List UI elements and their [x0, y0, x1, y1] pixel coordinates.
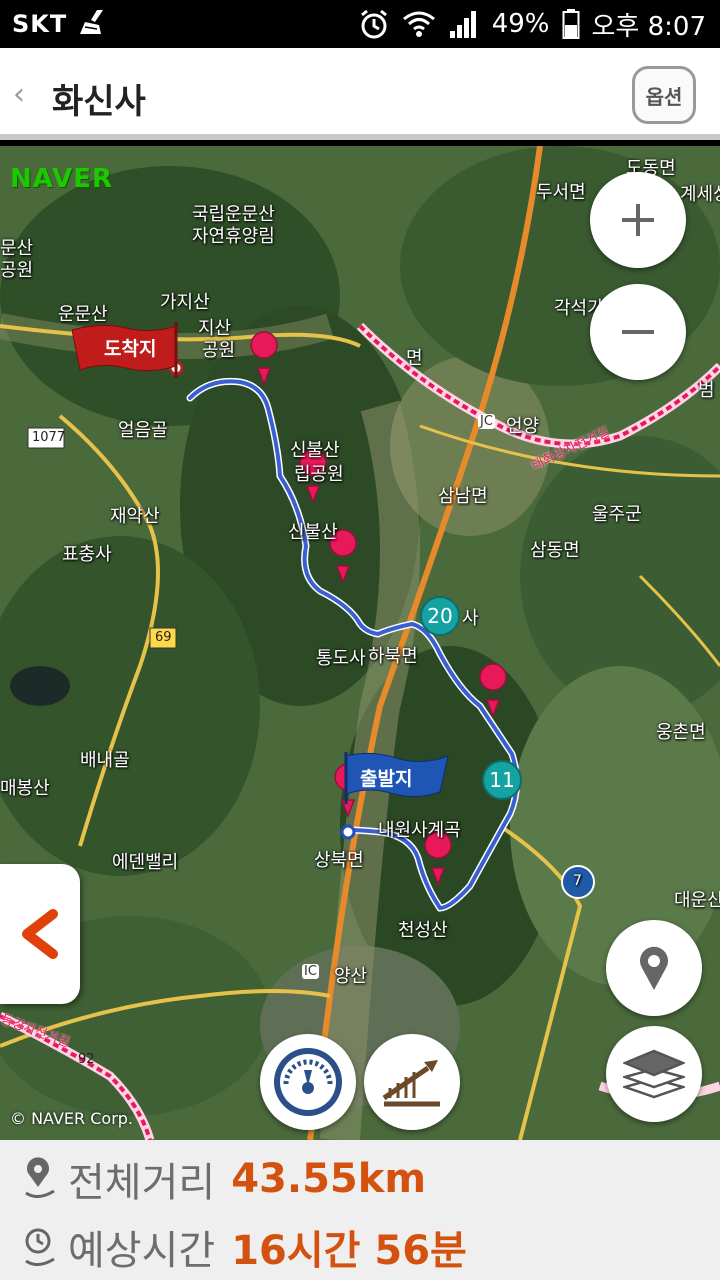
distance-row: 전체거리 43.55km — [22, 1150, 426, 1208]
start-label: 출발지 — [360, 768, 413, 790]
map-label: 삼동면 — [530, 540, 580, 561]
plus-icon — [622, 204, 654, 236]
map-label: 얼음골 — [118, 420, 168, 441]
map-label: 매봉산 — [0, 778, 50, 799]
zoom-in-button[interactable] — [590, 172, 686, 268]
road-number: 1077 — [32, 430, 66, 445]
chevron-left-icon — [22, 909, 58, 959]
road-number: 7 — [573, 873, 582, 889]
battery-icon — [562, 8, 580, 40]
zoom-out-button[interactable] — [590, 284, 686, 380]
road-number: 92 — [78, 1052, 95, 1067]
battery-percent: 49% — [491, 9, 550, 39]
distance-value: 43.55km — [231, 1156, 427, 1202]
map-label: 두서면 — [536, 182, 586, 203]
map-label: 공원 — [0, 260, 34, 281]
status-bar: SKT 49% 오후 8:07 — [0, 0, 720, 48]
open-panel-button[interactable] — [0, 864, 80, 1004]
map-label: 신불산 — [290, 440, 340, 461]
minus-icon — [622, 330, 654, 334]
speed-button[interactable] — [260, 1034, 356, 1130]
map-copyright: © NAVER Corp. — [10, 1109, 134, 1128]
map-label: 계세상 — [680, 184, 720, 205]
time-row: 예상시간 16시간 56분 — [22, 1218, 467, 1276]
clock-time: 오후 8:07 — [591, 11, 707, 42]
map-label: 천성산 — [398, 920, 448, 941]
road-number: 69 — [155, 630, 172, 645]
map-label: 울주군 — [592, 504, 642, 525]
map-label: 상북면 — [314, 850, 364, 871]
map-label: 배내골 — [80, 750, 130, 771]
map-label: 공원 — [202, 340, 236, 361]
waypoint-badge[interactable]: 20 — [420, 596, 460, 636]
map-label: 내원사계곡 — [378, 820, 461, 841]
map-label: 하북면 — [368, 646, 418, 667]
page-title: 화신사 — [52, 82, 146, 122]
signal-icon — [448, 9, 480, 39]
my-location-button[interactable] — [606, 920, 702, 1016]
map-label: 삼남면 — [438, 486, 488, 507]
map-label: 자연휴양림 — [192, 226, 275, 247]
map-label: 표충사 — [62, 544, 112, 565]
start-flag: 출발지 — [344, 752, 450, 808]
map-label: 재약산 — [110, 506, 160, 527]
map-label: 언양 — [506, 416, 540, 437]
back-button[interactable]: ‹ — [4, 70, 34, 118]
map-label: 양산 — [334, 966, 368, 987]
map-label: 립공원 — [294, 464, 344, 485]
time-value: 16시간 56분 — [231, 1228, 467, 1274]
app-header: ‹ 화신사 옵션 — [0, 48, 720, 140]
layers-icon — [623, 1049, 685, 1099]
map-label: 면 — [406, 348, 423, 369]
naver-logo: NAVER — [10, 164, 114, 194]
carrier-label: SKT — [12, 10, 68, 38]
location-pin-icon — [640, 946, 668, 990]
ic-marker: IC — [302, 964, 319, 979]
jc-marker: JC — [478, 414, 495, 429]
map-label: 에덴밸리 — [112, 852, 179, 873]
clock-pin-icon — [25, 1228, 55, 1266]
destination-label: 도착지 — [104, 338, 157, 360]
route-info-panel: 전체거리 43.55km 예상시간 16시간 56분 — [0, 1140, 720, 1280]
chevron-left-icon: ‹ — [13, 76, 25, 112]
map-label: 대운산 — [674, 890, 720, 911]
map-label: 웅촌면 — [656, 722, 706, 743]
speedometer-icon — [274, 1048, 342, 1116]
map-label: 통도사 — [316, 648, 366, 669]
map-label: 가지산 — [160, 292, 210, 313]
time-label: 예상시간 — [68, 1228, 216, 1274]
elevation-button[interactable] — [364, 1034, 460, 1130]
distance-label: 전체거리 — [68, 1160, 216, 1206]
option-button[interactable]: 옵션 — [632, 66, 696, 124]
layers-button[interactable] — [606, 1026, 702, 1122]
map-label: 신불산 — [288, 522, 338, 543]
map-label: 범 — [698, 380, 715, 401]
alarm-icon — [358, 8, 390, 40]
broom-icon — [77, 8, 107, 40]
waypoint-badge[interactable]: 11 — [482, 760, 522, 800]
map-view[interactable]: NAVER 국립운문산 자연휴양림 가지산 지산 공원 운문산 문산 공원 얼음… — [0, 146, 720, 1140]
destination-flag: 도착지 — [71, 322, 180, 382]
map-pin-icon — [25, 1157, 55, 1198]
wifi-icon — [402, 9, 436, 39]
elevation-icon — [382, 1060, 440, 1107]
map-label: 사 — [462, 608, 479, 629]
